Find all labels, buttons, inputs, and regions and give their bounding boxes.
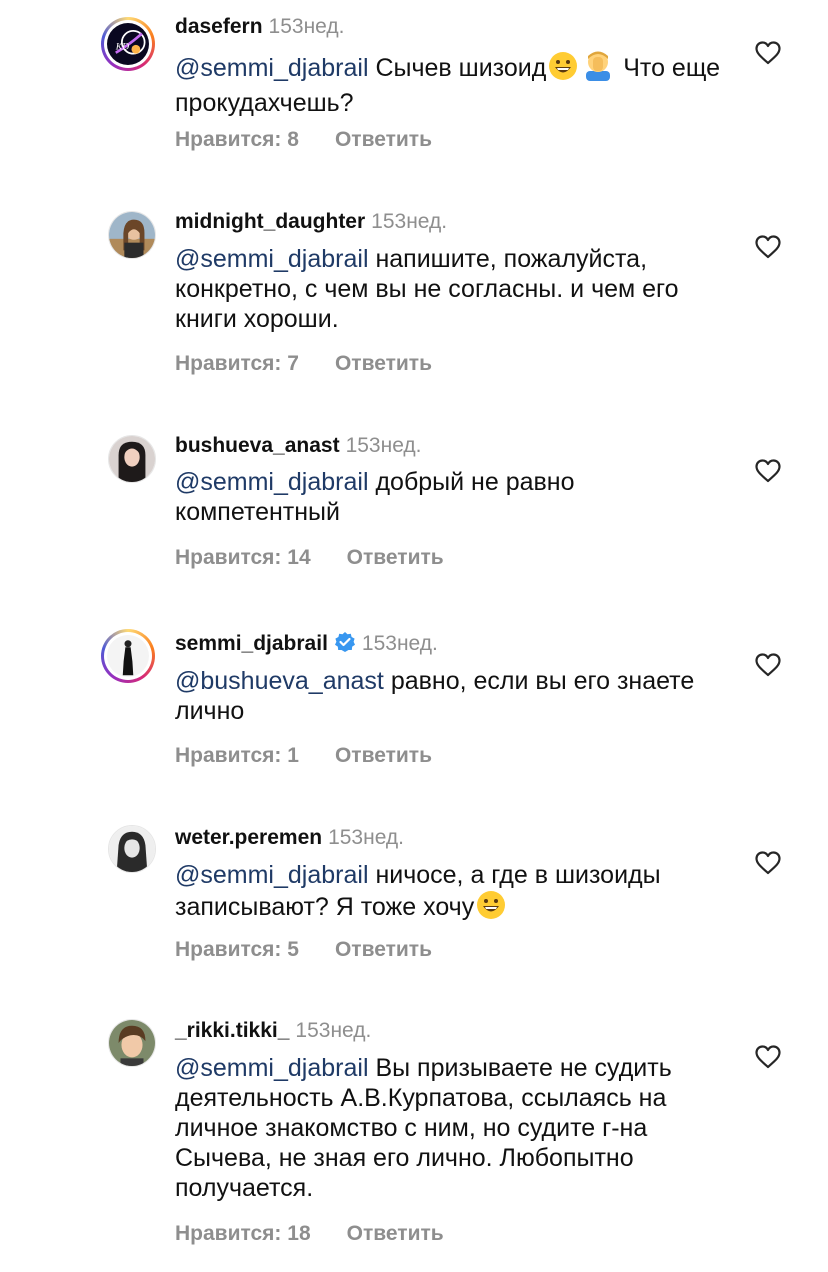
comment-actions: Нравится: 5 Ответить (175, 938, 432, 962)
username[interactable]: semmi_djabrail (175, 632, 328, 655)
comment-header: weter.peremen 153нед. (175, 825, 404, 851)
comment-actions: Нравится: 1 Ответить (175, 744, 432, 768)
timestamp[interactable]: 153нед. (295, 1019, 371, 1042)
svg-text:KD: KD (115, 41, 129, 52)
heart-icon[interactable] (755, 851, 781, 875)
facepalm-icon (582, 49, 614, 88)
username[interactable]: bushueva_anast (175, 434, 340, 457)
avatar[interactable] (101, 629, 155, 683)
comment-actions: Нравится: 14 Ответить (175, 546, 444, 570)
username[interactable]: _rikki.tikki_ (175, 1019, 289, 1042)
comment-body: Сычев шизоид (375, 54, 547, 82)
mention-link[interactable]: @semmi_djabrail (175, 245, 369, 273)
comment-text: @semmi_djabrail Вы призываете не судить … (175, 1053, 720, 1203)
reply-button[interactable]: Ответить (335, 128, 432, 151)
mention-link[interactable]: @semmi_djabrail (175, 861, 369, 889)
username[interactable]: dasefern (175, 15, 263, 38)
avatar[interactable]: KD (101, 17, 155, 71)
timestamp[interactable]: 153нед. (346, 434, 422, 457)
likes-count[interactable]: Нравится: 8 (175, 128, 299, 151)
timestamp[interactable]: 153нед. (371, 210, 447, 233)
heart-icon[interactable] (755, 459, 781, 483)
username[interactable]: midnight_daughter (175, 210, 365, 233)
comment-text: @semmi_djabrail Сычев шизоид Что еще про… (175, 49, 735, 118)
rikki-tikki-avatar-image (109, 1020, 155, 1066)
likes-count[interactable]: Нравится: 14 (175, 546, 311, 569)
avatar[interactable] (108, 1019, 156, 1067)
comment-text: @semmi_djabrail ничосе, а где в шизоиды … (175, 860, 735, 927)
comment-header: midnight_daughter 153нед. (175, 209, 447, 235)
reply-button[interactable]: Ответить (347, 1222, 444, 1245)
reply-button[interactable]: Ответить (335, 744, 432, 767)
reply-button[interactable]: Ответить (347, 546, 444, 569)
mention-link[interactable]: @semmi_djabrail (175, 468, 369, 496)
grinning-face-icon (476, 890, 506, 927)
comment-header: bushueva_anast 153нед. (175, 433, 422, 459)
heart-icon[interactable] (755, 1045, 781, 1069)
timestamp[interactable]: 153нед. (269, 15, 345, 38)
likes-count[interactable]: Нравится: 1 (175, 744, 299, 767)
comment-text: @semmi_djabrail напишите, пожалуйста, ко… (175, 244, 705, 334)
likes-count[interactable]: Нравится: 5 (175, 938, 299, 961)
heart-icon[interactable] (755, 653, 781, 677)
timestamp[interactable]: 153нед. (362, 632, 438, 655)
username[interactable]: weter.peremen (175, 826, 322, 849)
avatar[interactable] (108, 825, 156, 873)
reply-button[interactable]: Ответить (335, 938, 432, 961)
semmi-djabrail-avatar-image (107, 635, 149, 677)
comment-actions: Нравится: 18 Ответить (175, 1222, 444, 1246)
comment-header: semmi_djabrail 153нед. (175, 631, 438, 657)
comment-text: @semmi_djabrail добрый не равно компетен… (175, 467, 735, 527)
comment-actions: Нравится: 7 Ответить (175, 352, 432, 376)
heart-icon[interactable] (755, 41, 781, 65)
avatar[interactable] (108, 211, 156, 259)
avatar[interactable] (108, 435, 156, 483)
mention-link[interactable]: @semmi_djabrail (175, 54, 369, 82)
mention-link[interactable]: @bushueva_anast (175, 667, 384, 695)
grinning-face-icon (548, 51, 578, 88)
midnight-daughter-avatar-image (109, 212, 155, 258)
dasefern-avatar-image: KD (107, 23, 149, 65)
likes-count[interactable]: Нравится: 7 (175, 352, 299, 375)
comment-text: @bushueva_anast равно, если вы его знает… (175, 666, 735, 726)
mention-link[interactable]: @semmi_djabrail (175, 1054, 369, 1082)
likes-count[interactable]: Нравится: 18 (175, 1222, 311, 1245)
bushueva-anast-avatar-image (109, 436, 155, 482)
verified-badge-icon (334, 632, 355, 652)
comment-header: _rikki.tikki_ 153нед. (175, 1018, 371, 1044)
timestamp[interactable]: 153нед. (328, 826, 404, 849)
weter-peremen-avatar-image (109, 826, 155, 872)
comment-header: dasefern 153нед. (175, 14, 345, 40)
comment-actions: Нравится: 8 Ответить (175, 128, 432, 152)
reply-button[interactable]: Ответить (335, 352, 432, 375)
heart-icon[interactable] (755, 235, 781, 259)
